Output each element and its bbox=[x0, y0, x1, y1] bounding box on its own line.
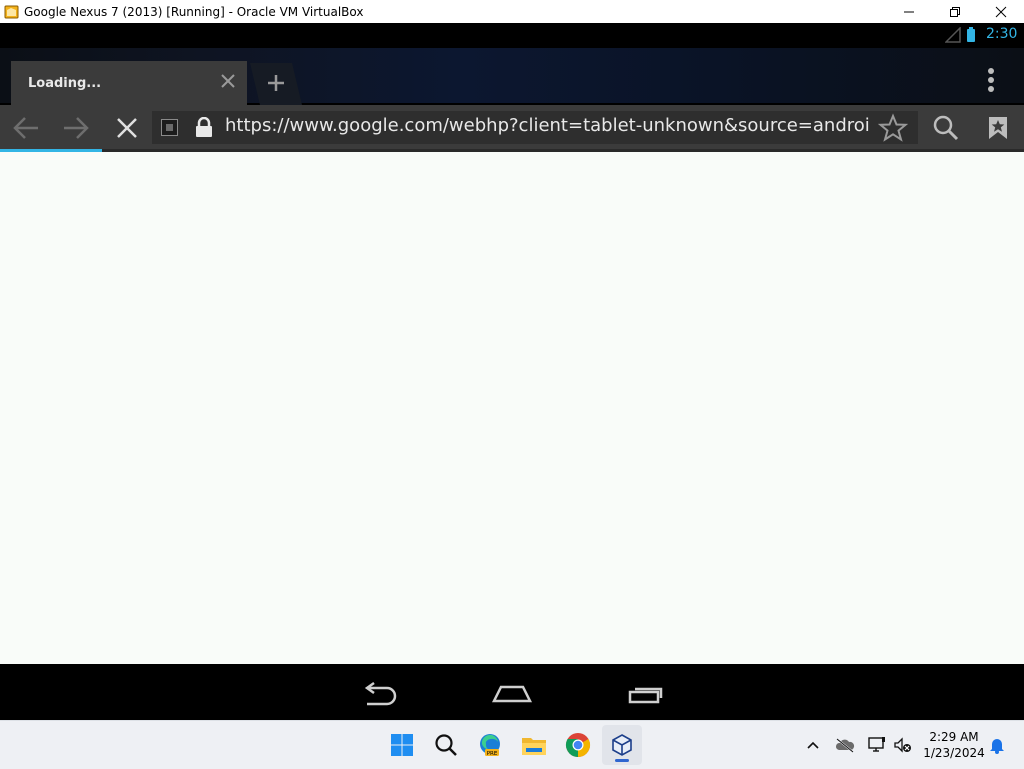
svg-text:PRE: PRE bbox=[487, 751, 498, 757]
signal-icon bbox=[944, 26, 961, 48]
back-arrow-icon bbox=[13, 116, 38, 139]
tab-close-icon[interactable] bbox=[218, 71, 238, 91]
taskbar-chrome[interactable] bbox=[558, 725, 598, 765]
taskbar-file-explorer[interactable] bbox=[514, 725, 554, 765]
volume-tray-icon[interactable] bbox=[892, 721, 914, 769]
taskbar-date: 1/23/2024 bbox=[923, 746, 985, 760]
close-button[interactable] bbox=[978, 0, 1024, 23]
restore-button[interactable] bbox=[932, 0, 978, 23]
start-icon bbox=[391, 734, 413, 756]
virtualbox-app-icon bbox=[4, 4, 19, 19]
onedrive-tray-icon[interactable] bbox=[834, 721, 856, 769]
search-icon bbox=[435, 734, 457, 756]
stop-button[interactable] bbox=[103, 105, 151, 150]
tab-title: Loading... bbox=[28, 76, 102, 91]
file-explorer-icon bbox=[522, 738, 546, 755]
back-button[interactable] bbox=[2, 105, 50, 150]
plus-icon bbox=[265, 72, 287, 94]
search-icon bbox=[933, 115, 959, 140]
bookmarks-icon bbox=[989, 116, 1007, 139]
restore-icon bbox=[950, 6, 960, 17]
taskbar-time: 2:29 AM bbox=[929, 730, 979, 744]
bookmarks-button[interactable] bbox=[974, 105, 1022, 150]
home-icon bbox=[491, 685, 533, 703]
minimize-icon bbox=[904, 11, 914, 12]
nav-back-button[interactable] bbox=[349, 674, 409, 714]
url-text[interactable]: https://www.google.com/webhp?client=tabl… bbox=[225, 115, 870, 136]
windows-taskbar: PRE 2:29 AM 1/23/2024 bbox=[0, 720, 1024, 769]
cloud-off-icon bbox=[835, 738, 855, 753]
forward-button[interactable] bbox=[52, 105, 100, 150]
forward-arrow-icon bbox=[64, 116, 89, 139]
browser-toolbar: https://www.google.com/webhp?client=tabl… bbox=[0, 105, 1024, 150]
virtualbox-icon bbox=[612, 734, 632, 756]
search-button[interactable] bbox=[922, 105, 970, 150]
taskbar-search-button[interactable] bbox=[426, 725, 466, 765]
taskbar-virtualbox[interactable] bbox=[602, 725, 642, 765]
chrome-icon bbox=[565, 733, 591, 757]
lock-icon bbox=[194, 116, 214, 137]
android-clock: 2:30 bbox=[986, 26, 1018, 42]
taskbar-clock[interactable]: 2:29 AM 1/23/2024 bbox=[918, 729, 990, 761]
window-titlebar[interactable]: Google Nexus 7 (2013) [Running] - Oracle… bbox=[0, 0, 1024, 23]
back-icon bbox=[364, 682, 397, 706]
android-status-bar: 2:30 bbox=[0, 23, 1024, 48]
taskbar-edge-beta[interactable]: PRE bbox=[470, 725, 510, 765]
network-tray-icon[interactable] bbox=[866, 721, 888, 769]
recents-icon bbox=[628, 687, 663, 704]
site-favicon-icon bbox=[161, 119, 178, 136]
url-bar[interactable]: https://www.google.com/webhp?client=tabl… bbox=[152, 111, 918, 144]
minimize-button[interactable] bbox=[886, 0, 932, 23]
bell-icon bbox=[990, 739, 1004, 754]
bookmark-star-icon[interactable] bbox=[877, 113, 909, 143]
vm-display[interactable]: 2:30 Loading... https://www.google.com/w… bbox=[0, 23, 1024, 720]
browser-tab[interactable]: Loading... bbox=[11, 61, 247, 105]
nav-recents-button[interactable] bbox=[616, 674, 676, 714]
chevron-up-icon bbox=[807, 741, 819, 749]
notifications-button[interactable] bbox=[986, 721, 1008, 769]
close-icon bbox=[995, 6, 1007, 17]
overflow-menu-icon[interactable] bbox=[980, 65, 1002, 95]
active-app-indicator bbox=[615, 759, 629, 762]
start-button[interactable] bbox=[382, 725, 422, 765]
battery-icon bbox=[966, 27, 976, 48]
volume-muted-icon bbox=[894, 737, 911, 753]
show-hidden-icons-button[interactable] bbox=[802, 721, 824, 769]
nav-home-button[interactable] bbox=[482, 674, 542, 714]
stop-x-icon bbox=[117, 117, 137, 138]
window-title: Google Nexus 7 (2013) [Running] - Oracle… bbox=[24, 4, 364, 19]
android-nav-bar bbox=[0, 664, 1024, 720]
web-page-content[interactable] bbox=[0, 152, 1024, 664]
edge-beta-icon: PRE bbox=[480, 734, 500, 757]
network-icon bbox=[868, 737, 885, 752]
